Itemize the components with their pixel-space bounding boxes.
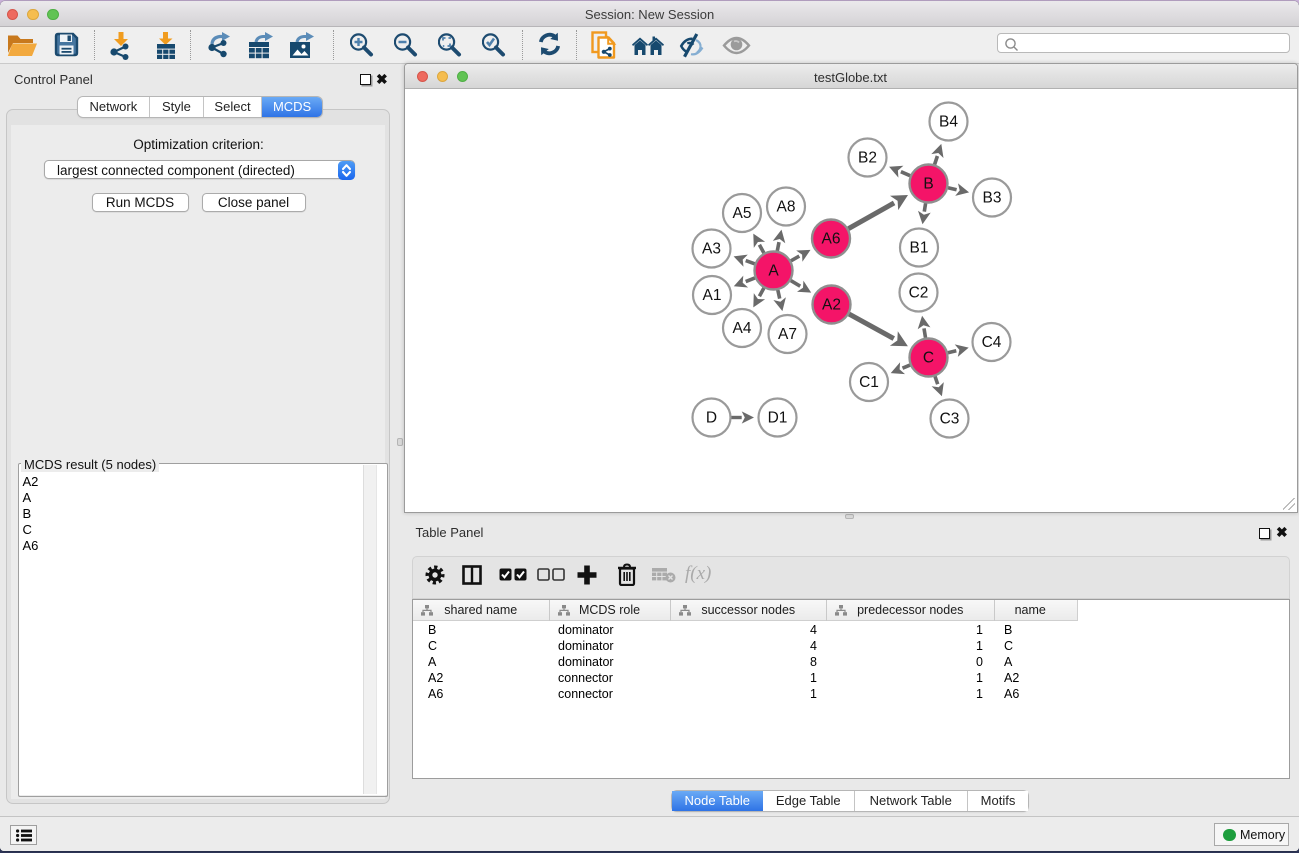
svg-text:D1: D1 [767,410,787,427]
svg-text:B4: B4 [939,114,958,131]
svg-text:B3: B3 [982,190,1001,207]
svg-text:B1: B1 [909,240,928,257]
svg-text:A2: A2 [822,297,841,314]
svg-text:A6: A6 [821,231,840,248]
svg-text:B: B [923,176,933,193]
svg-text:B2: B2 [858,150,877,167]
svg-text:C: C [922,350,933,367]
svg-text:A8: A8 [776,199,795,216]
svg-text:A4: A4 [732,320,751,337]
svg-text:A1: A1 [702,287,721,304]
svg-text:C2: C2 [908,285,928,302]
svg-text:C4: C4 [981,334,1001,351]
svg-text:C3: C3 [939,411,959,428]
svg-text:A5: A5 [732,205,751,222]
svg-text:D: D [705,410,716,427]
svg-text:A3: A3 [702,241,721,258]
svg-text:C1: C1 [859,374,879,391]
svg-text:A7: A7 [778,326,797,343]
svg-text:A: A [768,263,779,280]
